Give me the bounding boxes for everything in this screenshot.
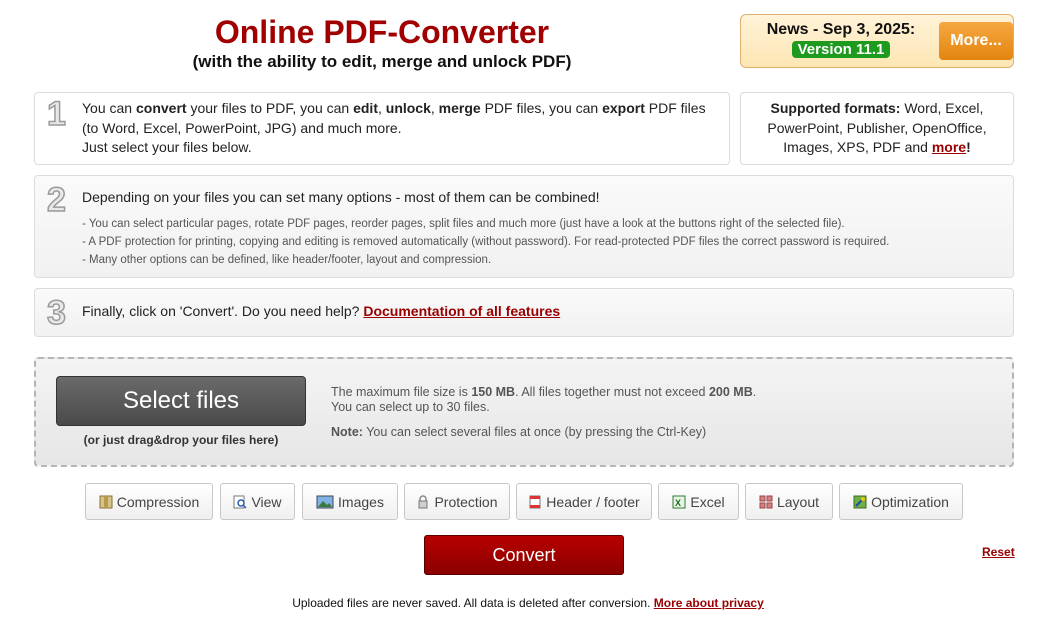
optimization-icon — [853, 495, 867, 509]
images-button[interactable]: Images — [302, 483, 398, 520]
step-3-box: 3 Finally, click on 'Convert'. Do you ne… — [34, 288, 1014, 337]
layout-button[interactable]: Layout — [745, 483, 833, 520]
documentation-link[interactable]: Documentation of all features — [363, 303, 560, 319]
file-drop-zone[interactable]: Select files (or just drag&drop your fil… — [34, 357, 1014, 467]
layout-icon — [759, 495, 773, 509]
step-2-headline: Depending on your files you can set many… — [82, 189, 600, 205]
privacy-footer: Uploaded files are never saved. All data… — [292, 596, 764, 610]
step-2-bullet: - You can select particular pages, rotat… — [82, 217, 845, 230]
optimization-button[interactable]: Optimization — [839, 483, 963, 520]
formats-more-link[interactable]: more — [932, 139, 966, 155]
step-2-text: Depending on your files you can set many… — [82, 188, 889, 269]
step-1-text: You can convert your files to PDF, you c… — [82, 100, 706, 155]
header-footer-icon — [528, 495, 542, 509]
svg-text:X: X — [675, 498, 681, 508]
step-number-2: 2 — [46, 180, 66, 220]
reset-link[interactable]: Reset — [982, 545, 1015, 559]
view-button[interactable]: View — [220, 483, 295, 520]
step-1-box: 1 You can convert your files to PDF, you… — [34, 92, 730, 165]
news-text: News - Sep 3, 2025: Version 11.1 — [747, 21, 935, 59]
step-3-text: Finally, click on 'Convert'. Do you need… — [82, 303, 561, 319]
protection-icon — [416, 494, 430, 509]
excel-icon: X — [672, 495, 686, 509]
drag-drop-hint: (or just drag&drop your files here) — [83, 433, 279, 447]
compression-button[interactable]: Compression — [85, 483, 213, 520]
protection-button[interactable]: Protection — [404, 483, 510, 520]
images-icon — [316, 495, 334, 509]
page-subtitle: (with the ability to edit, merge and unl… — [192, 52, 572, 71]
step-2-bullet: - Many other options can be defined, lik… — [82, 253, 492, 266]
header-footer-button[interactable]: Header / footer — [516, 483, 652, 520]
compression-icon — [99, 495, 113, 509]
excel-button[interactable]: X Excel — [658, 483, 739, 520]
version-badge: Version 11.1 — [791, 41, 891, 58]
supported-formats-box: Supported formats: Word, Excel, PowerPoi… — [740, 92, 1014, 165]
news-label: News - Sep 3, 2025: — [766, 21, 916, 38]
step-2-box: 2 Depending on your files you can set ma… — [34, 175, 1014, 278]
page-title: Online PDF-Converter — [214, 14, 550, 50]
convert-button[interactable]: Convert — [424, 535, 624, 575]
news-box: News - Sep 3, 2025: Version 11.1 More... — [740, 14, 1014, 68]
step-2-bullet: - A PDF protection for printing, copying… — [82, 235, 890, 248]
step-number-1: 1 — [46, 94, 66, 134]
privacy-link[interactable]: More about privacy — [654, 596, 764, 610]
step-number-3: 3 — [46, 293, 66, 333]
select-files-button[interactable]: Select files — [56, 376, 306, 426]
news-more-button[interactable]: More... — [939, 22, 1013, 60]
formats-label: Supported formats: — [770, 100, 901, 116]
view-icon — [233, 495, 247, 509]
upload-info: The maximum file size is 150 MB. All fil… — [331, 385, 757, 439]
